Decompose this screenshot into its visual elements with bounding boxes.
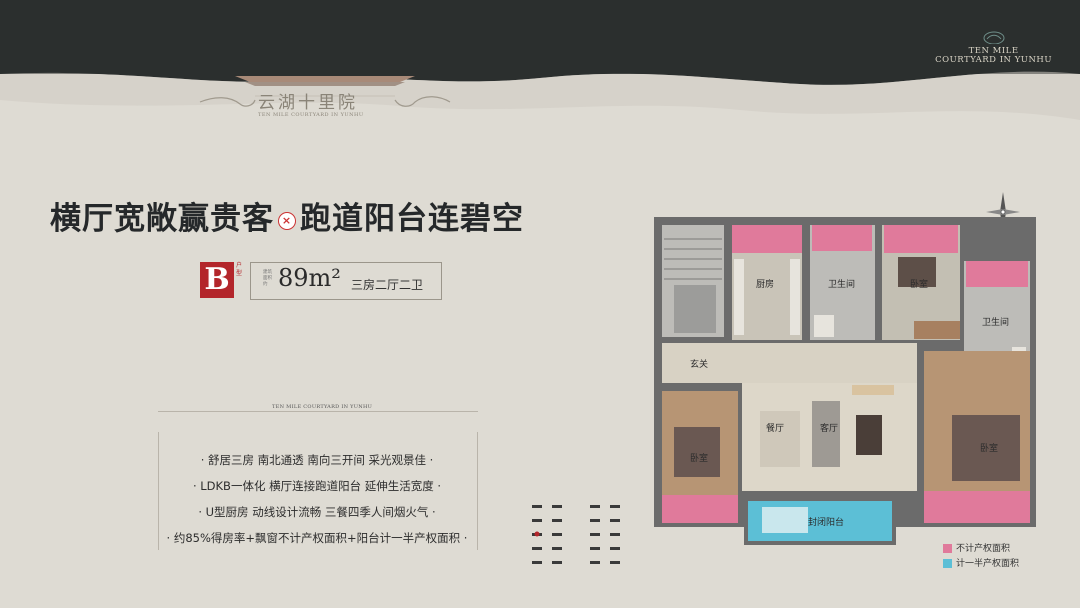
corner-brand-line2: COURTYARD IN YUNHU	[935, 55, 1052, 65]
headline-part1: 横厅宽敞赢贵客	[50, 201, 274, 237]
unit-area: 89m²	[278, 264, 341, 292]
room-label-living: 客厅	[820, 422, 838, 434]
room-label-kitchen: 厨房	[756, 278, 774, 290]
brand-name-en: TEN MILE COURTYARD IN YUNHU	[258, 112, 364, 118]
feature-item: · LDKB一体化 横厅连接跑道阳台 延伸生活宽度 ·	[192, 479, 442, 493]
feature-item: · U型厨房 动线设计流畅 三餐四季人间烟火气 ·	[198, 505, 436, 519]
floor-plan: 厨房 卫生间 卧室 卫生间 玄关 餐厅 客厅 卧室 卧室 封闭阳台	[654, 217, 1036, 545]
room-label-bedroom-sw: 卧室	[690, 452, 708, 464]
room-label-bath1: 卫生间	[828, 278, 855, 290]
legend-item: 不计产权面积	[943, 541, 1010, 554]
unit-layout: 三房二厅二卫	[351, 278, 424, 292]
headline-separator: ×	[278, 211, 296, 230]
corner-brand: TEN MILE COURTYARD IN YUNHU	[935, 30, 1052, 65]
legend-swatch-pink	[943, 544, 952, 553]
area-caption: 建筑面积约	[263, 270, 272, 287]
room-label-foyer: 玄关	[690, 358, 708, 370]
divider	[158, 411, 478, 412]
tagline: TEN MILE COURTYARD IN YUNHU	[272, 404, 373, 410]
unit-type-badge: B	[200, 262, 234, 298]
legend-swatch-blue	[943, 559, 952, 568]
room-label-balcony: 封闭阳台	[808, 516, 844, 528]
brand-name: 云湖十里院	[258, 93, 358, 113]
room-label-dining: 餐厅	[766, 422, 784, 434]
headline: 横厅宽敞赢贵客 × 跑道阳台连碧空	[50, 193, 524, 238]
headline-part2: 跑道阳台连碧空	[300, 201, 524, 237]
wave-divider	[0, 60, 1080, 120]
feature-item: · 约85%得房率+飘窗不计产权面积+阳台计一半产权面积 ·	[166, 531, 468, 545]
unit-type-suffix: 户型	[236, 262, 243, 277]
corner-logo-icon	[983, 31, 1005, 45]
building-location-icon	[532, 505, 620, 564]
feature-item: · 舒居三房 南北通透 南向三开间 采光观景佳 ·	[200, 453, 434, 467]
legend-label: 不计产权面积	[956, 544, 1011, 554]
legend-label: 计一半产权面积	[956, 559, 1020, 569]
room-label-bedroom-n: 卧室	[910, 278, 928, 290]
room-label-bath2: 卫生间	[982, 316, 1009, 328]
room-label-bedroom-se: 卧室	[980, 442, 998, 454]
legend-item: 计一半产权面积	[943, 556, 1019, 569]
